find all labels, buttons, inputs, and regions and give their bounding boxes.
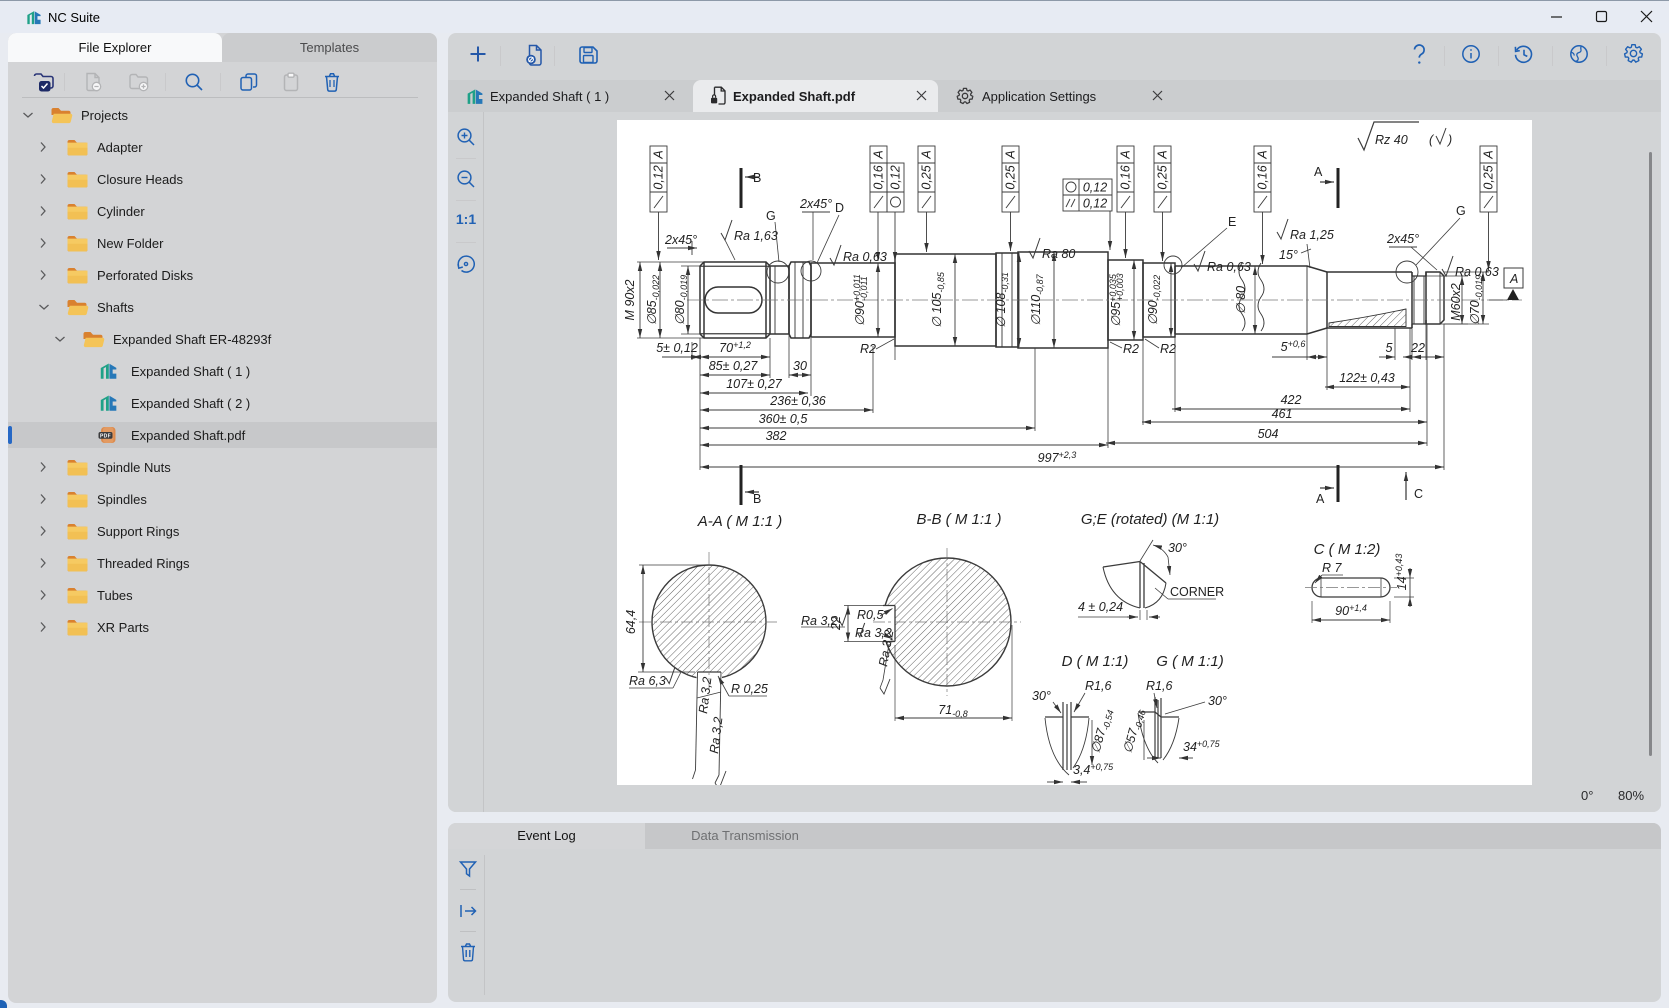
svg-text:B: B <box>753 492 761 506</box>
svg-text:0,16: 0,16 <box>1119 165 1133 189</box>
svg-text:Ra 1,63: Ra 1,63 <box>734 229 778 243</box>
svg-text:A: A <box>1156 150 1170 159</box>
svg-text:R2: R2 <box>1123 342 1139 356</box>
svg-text:Ra 3,2: Ra 3,2 <box>707 716 725 754</box>
svg-text:∅80-0,019: ∅80-0,019 <box>673 275 689 325</box>
svg-text:A: A <box>1004 150 1018 159</box>
svg-text:B-B ( M 1:1 ): B-B ( M 1:1 ) <box>916 511 1001 528</box>
svg-text:Ra 6,3: Ra 6,3 <box>629 674 666 688</box>
svg-text:5: 5 <box>1386 341 1393 355</box>
svg-text:85± 0,27: 85± 0,27 <box>709 359 759 373</box>
svg-text:∅ 105-0,85: ∅ 105-0,85 <box>930 271 946 328</box>
svg-text:504: 504 <box>1258 427 1279 441</box>
svg-text:0,25: 0,25 <box>1482 165 1496 189</box>
svg-text:B: B <box>753 171 761 185</box>
svg-text:R2: R2 <box>860 342 876 356</box>
svg-text:90+1,4: 90+1,4 <box>1335 603 1367 618</box>
svg-text:C ( M 1:2): C ( M 1:2) <box>1314 541 1381 558</box>
svg-text:A: A <box>652 150 666 159</box>
svg-text:64,4: 64,4 <box>624 610 638 634</box>
svg-text:R 0,25: R 0,25 <box>731 682 768 696</box>
svg-text:A: A <box>1509 272 1518 286</box>
svg-text:A-A ( M 1:1 ): A-A ( M 1:1 ) <box>697 513 782 530</box>
svg-text:Ra 1,25: Ra 1,25 <box>1290 228 1334 242</box>
svg-text:M60x2: M60x2 <box>1449 283 1463 321</box>
svg-text:C: C <box>1414 487 1423 501</box>
svg-text:34+0,75: 34+0,75 <box>1183 739 1221 754</box>
svg-text:(: ( <box>1429 133 1435 147</box>
svg-text:5+0,6: 5+0,6 <box>1281 339 1306 354</box>
svg-text:∅87-0,54: ∅87-0,54 <box>1089 707 1116 755</box>
svg-text:R0,5: R0,5 <box>857 608 883 622</box>
svg-text:70+1,2: 70+1,2 <box>719 340 751 355</box>
svg-text:R1,6: R1,6 <box>1085 679 1111 693</box>
svg-text:3,4+0,75: 3,4+0,75 <box>1073 762 1114 777</box>
svg-text:4 ± 0,24: 4 ± 0,24 <box>1078 600 1123 614</box>
svg-text:0,25: 0,25 <box>1004 165 1018 189</box>
svg-text:): ) <box>1446 133 1452 147</box>
svg-text:A: A <box>872 150 886 159</box>
svg-text:∅90+0,011-0,011: ∅90+0,011-0,011 <box>852 274 869 326</box>
svg-text:0,16: 0,16 <box>1256 165 1270 189</box>
svg-text:2x45°: 2x45° <box>1386 232 1419 246</box>
svg-text:461: 461 <box>1272 407 1293 421</box>
svg-text:Ra 0,63: Ra 0,63 <box>1207 260 1251 274</box>
svg-text:422: 422 <box>1281 393 1302 407</box>
svg-text:D ( M 1:1): D ( M 1:1) <box>1062 653 1129 670</box>
svg-text:Ra 80: Ra 80 <box>1042 247 1075 261</box>
svg-text:30°: 30° <box>1168 541 1187 555</box>
svg-text:0,12: 0,12 <box>1083 197 1107 211</box>
svg-text:M 90x2: M 90x2 <box>623 279 637 320</box>
svg-text:0,25: 0,25 <box>1156 165 1170 189</box>
svg-text:D: D <box>835 201 844 215</box>
svg-text:R2: R2 <box>1160 342 1176 356</box>
svg-text:∅95+0,035+0,003: ∅95+0,035+0,003 <box>1108 273 1125 327</box>
svg-text:A: A <box>1482 150 1496 159</box>
svg-text:Ra 0,63: Ra 0,63 <box>1455 265 1499 279</box>
svg-text:0,16: 0,16 <box>872 165 886 189</box>
svg-text:997+2,3: 997+2,3 <box>1038 450 1077 465</box>
svg-text:15°: 15° <box>1279 248 1298 262</box>
svg-text:382: 382 <box>766 429 787 443</box>
svg-text:360± 0,5: 360± 0,5 <box>759 412 808 426</box>
svg-text:∅85-0,022: ∅85-0,022 <box>645 275 661 325</box>
svg-text:R 7: R 7 <box>1322 561 1343 575</box>
svg-text:G: G <box>1456 204 1466 218</box>
svg-text:14+0,43: 14+0,43 <box>1394 554 1409 591</box>
svg-text:Ra 0,63: Ra 0,63 <box>843 250 887 264</box>
svg-text:22: 22 <box>1410 341 1425 355</box>
svg-text:122± 0,43: 122± 0,43 <box>1339 371 1395 385</box>
svg-text:∅ 80: ∅ 80 <box>1234 286 1248 314</box>
svg-text:∅110-0,87: ∅110-0,87 <box>1029 273 1045 325</box>
svg-text:71-0,8: 71-0,8 <box>938 703 967 719</box>
svg-text:A: A <box>920 150 934 159</box>
svg-text:30°: 30° <box>1208 694 1227 708</box>
svg-text:E: E <box>1228 215 1236 229</box>
svg-text:G;E (rotated) (M 1:1): G;E (rotated) (M 1:1) <box>1081 511 1219 528</box>
svg-text:CORNER: CORNER <box>1170 585 1224 599</box>
svg-text:0,25: 0,25 <box>920 165 934 189</box>
svg-text:2x45°: 2x45° <box>799 197 832 211</box>
svg-text:107± 0,27: 107± 0,27 <box>726 377 783 391</box>
svg-text:0,12: 0,12 <box>652 165 666 189</box>
svg-text:A: A <box>1119 150 1133 159</box>
svg-text:A: A <box>1316 492 1325 506</box>
svg-text:0,12: 0,12 <box>1083 181 1107 195</box>
svg-text:R1,6: R1,6 <box>1146 679 1172 693</box>
svg-text:A: A <box>1256 150 1270 159</box>
svg-text:G ( M 1:1): G ( M 1:1) <box>1156 653 1224 670</box>
svg-text:30°: 30° <box>1032 689 1051 703</box>
svg-text:0,12: 0,12 <box>889 165 903 189</box>
svg-text:G: G <box>766 209 776 223</box>
svg-text:30: 30 <box>793 359 807 373</box>
svg-text:22: 22 <box>829 616 843 631</box>
svg-text:236± 0,36: 236± 0,36 <box>769 394 826 408</box>
svg-text:A: A <box>1314 165 1323 179</box>
svg-text:Rz 40: Rz 40 <box>1375 133 1408 147</box>
